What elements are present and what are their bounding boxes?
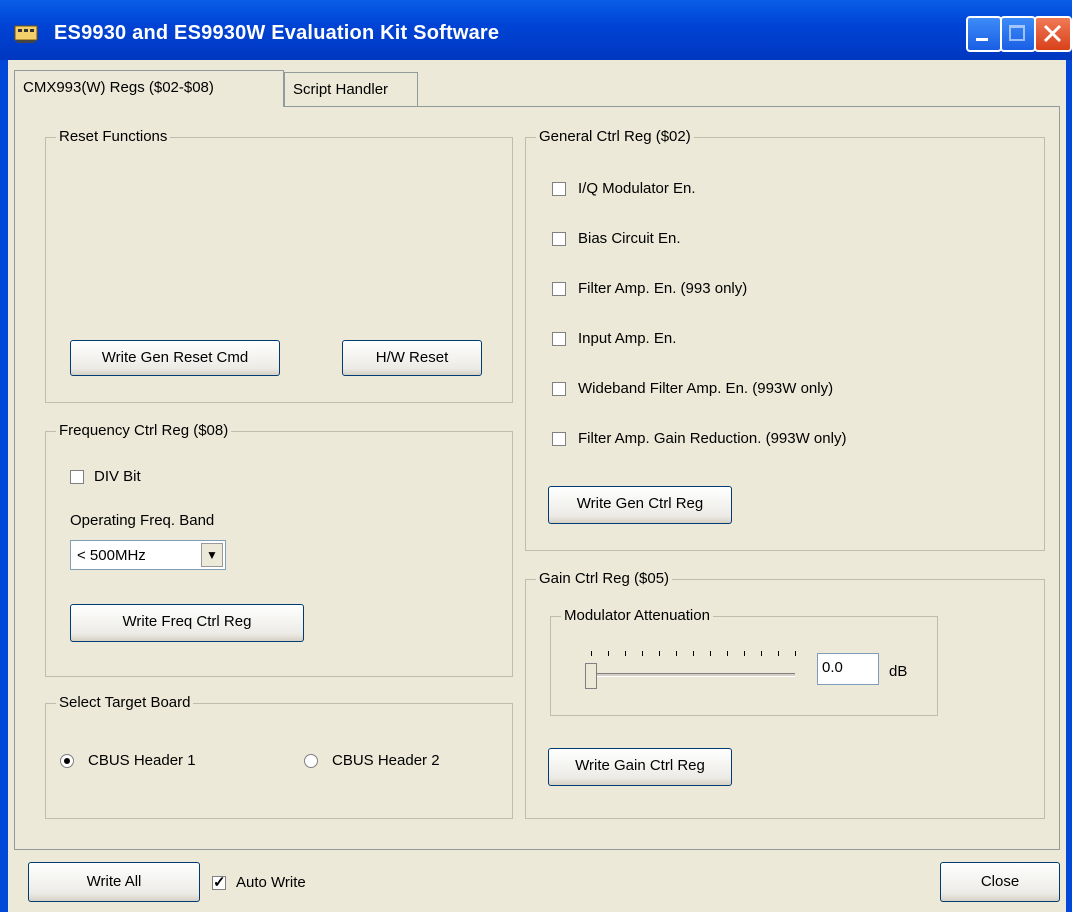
input-amp-checkbox[interactable] <box>552 332 566 346</box>
write-gen-ctrl-button[interactable]: Write Gen Ctrl Reg <box>548 486 732 524</box>
slider-tick <box>693 651 694 656</box>
title-bar: ES9930 and ES9930W Evaluation Kit Softwa… <box>0 0 1072 60</box>
write-all-button[interactable]: Write All <box>28 862 200 902</box>
filter-amp-gain-reduction-checkbox[interactable] <box>552 432 566 446</box>
attenuation-slider-thumb[interactable] <box>585 663 597 689</box>
slider-tick <box>795 651 796 656</box>
reset-functions-group: Reset Functions Write Gen Reset Cmd H/W … <box>45 128 513 403</box>
close-button[interactable]: Close <box>940 862 1060 902</box>
tab-script-handler[interactable]: Script Handler <box>284 72 418 106</box>
bottom-bar: Write All Auto Write Close <box>8 856 1066 912</box>
slider-tick <box>591 651 592 656</box>
slider-tick <box>608 651 609 656</box>
chevron-down-icon[interactable]: ▼ <box>201 543 223 567</box>
group-title: Select Target Board <box>56 694 194 711</box>
cbus-header-2-radio[interactable] <box>304 754 318 768</box>
slider-tick <box>659 651 660 656</box>
tab-label: CMX993(W) Regs ($02-$08) <box>23 79 214 96</box>
general-ctrl-group: General Ctrl Reg ($02) I/Q Modulator En.… <box>525 128 1045 551</box>
operating-freq-band-select[interactable]: < 500MHz ▼ <box>70 540 226 570</box>
attenuation-value-input[interactable]: 0.0 <box>817 653 879 685</box>
window-frame-right <box>1066 60 1072 912</box>
auto-write-label: Auto Write <box>236 874 306 891</box>
tab-panel: Reset Functions Write Gen Reset Cmd H/W … <box>14 106 1060 850</box>
div-bit-checkbox[interactable] <box>70 470 84 484</box>
slider-tick <box>761 651 762 656</box>
slider-tick <box>676 651 677 656</box>
bias-circuit-checkbox[interactable] <box>552 232 566 246</box>
hw-reset-button[interactable]: H/W Reset <box>342 340 482 376</box>
group-title: Reset Functions <box>56 128 171 145</box>
iq-modulator-checkbox[interactable] <box>552 182 566 196</box>
div-bit-label: DIV Bit <box>94 468 141 485</box>
bias-circuit-label: Bias Circuit En. <box>578 230 681 247</box>
slider-tick <box>710 651 711 656</box>
frequency-ctrl-group: Frequency Ctrl Reg ($08) DIV Bit Operati… <box>45 422 513 677</box>
slider-tick <box>625 651 626 656</box>
select-target-board-group: Select Target Board CBUS Header 1 CBUS H… <box>45 694 513 819</box>
close-icon <box>1043 24 1062 43</box>
slider-tick <box>642 651 643 656</box>
wideband-filter-amp-label: Wideband Filter Amp. En. (993W only) <box>578 380 834 397</box>
input-amp-label: Input Amp. En. <box>578 330 677 347</box>
cbus-header-1-radio[interactable] <box>60 754 74 768</box>
close-window-button[interactable] <box>1034 16 1072 52</box>
db-unit-label: dB <box>889 663 908 680</box>
slider-track <box>591 673 795 677</box>
auto-write-checkbox[interactable] <box>212 873 226 891</box>
slider-tick <box>744 651 745 656</box>
write-gain-ctrl-button[interactable]: Write Gain Ctrl Reg <box>548 748 732 786</box>
write-freq-ctrl-button[interactable]: Write Freq Ctrl Reg <box>70 604 304 642</box>
app-icon <box>14 25 38 43</box>
write-gen-reset-button[interactable]: Write Gen Reset Cmd <box>70 340 280 376</box>
gain-ctrl-group: Gain Ctrl Reg ($05) Modulator Attenuatio… <box>525 570 1045 819</box>
modulator-attenuation-group: Modulator Attenuation 0.0 dB <box>550 607 938 716</box>
filter-amp-label: Filter Amp. En. (993 only) <box>578 280 748 297</box>
maximize-icon <box>1009 25 1025 41</box>
iq-modulator-label: I/Q Modulator En. <box>578 180 696 197</box>
tab-cmx993-regs[interactable]: CMX993(W) Regs ($02-$08) <box>14 70 284 107</box>
group-title: Gain Ctrl Reg ($05) <box>536 570 673 587</box>
app-window: ES9930 and ES9930W Evaluation Kit Softwa… <box>0 0 1072 912</box>
maximize-button[interactable] <box>1000 16 1036 52</box>
select-value: < 500MHz <box>77 547 146 564</box>
cbus-header-2-label: CBUS Header 2 <box>332 752 440 769</box>
slider-tick <box>727 651 728 656</box>
wideband-filter-amp-checkbox[interactable] <box>552 382 566 396</box>
filter-amp-checkbox[interactable] <box>552 282 566 296</box>
window-frame-left <box>0 60 8 912</box>
filter-amp-gain-reduction-label: Filter Amp. Gain Reduction. (993W only) <box>578 430 847 447</box>
window-title: ES9930 and ES9930W Evaluation Kit Softwa… <box>54 22 500 44</box>
tab-label: Script Handler <box>293 81 389 98</box>
group-title: Frequency Ctrl Reg ($08) <box>56 422 232 439</box>
operating-freq-band-label: Operating Freq. Band <box>70 512 215 529</box>
slider-tick <box>778 651 779 656</box>
minimize-icon <box>976 38 988 41</box>
minimize-button[interactable] <box>966 16 1002 52</box>
group-title: Modulator Attenuation <box>561 607 713 624</box>
cbus-header-1-label: CBUS Header 1 <box>88 752 196 769</box>
group-title: General Ctrl Reg ($02) <box>536 128 694 145</box>
